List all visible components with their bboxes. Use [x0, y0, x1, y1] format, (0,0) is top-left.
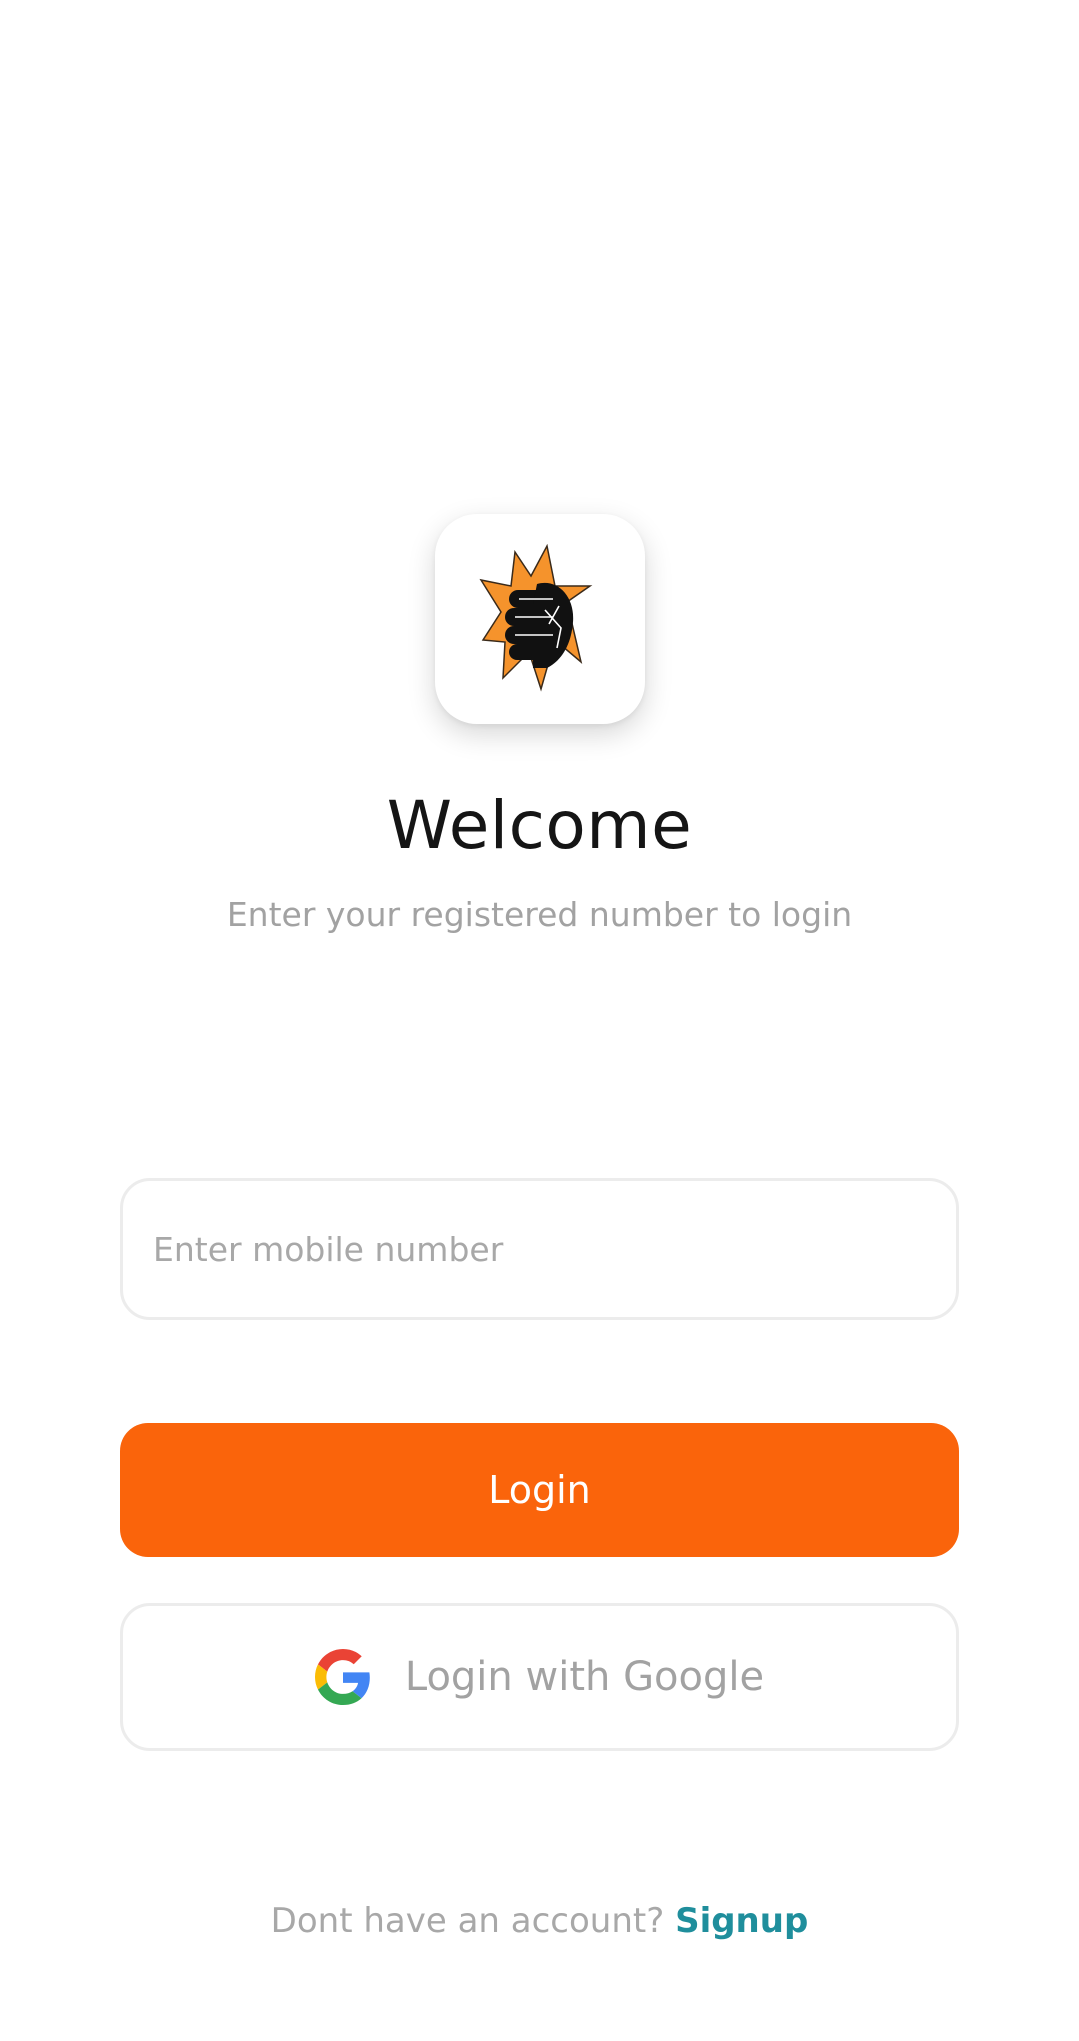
app-logo-card — [435, 514, 645, 724]
login-button[interactable]: Login — [120, 1423, 959, 1557]
login-button-label: Login — [488, 1468, 591, 1512]
signup-prompt: Dont have an account? Signup — [0, 1896, 1079, 1946]
signup-prompt-text: Dont have an account? — [270, 1901, 665, 1941]
google-g-icon — [314, 1649, 370, 1705]
raised-fist-burst-icon — [479, 544, 593, 692]
page-title: Welcome — [386, 787, 693, 864]
signup-link[interactable]: Signup — [675, 1901, 808, 1941]
google-login-button[interactable]: Login with Google — [120, 1603, 959, 1751]
mobile-number-input[interactable] — [120, 1178, 959, 1320]
page-subtitle: Enter your registered number to login — [226, 895, 853, 934]
google-login-label: Login with Google — [404, 1654, 765, 1700]
